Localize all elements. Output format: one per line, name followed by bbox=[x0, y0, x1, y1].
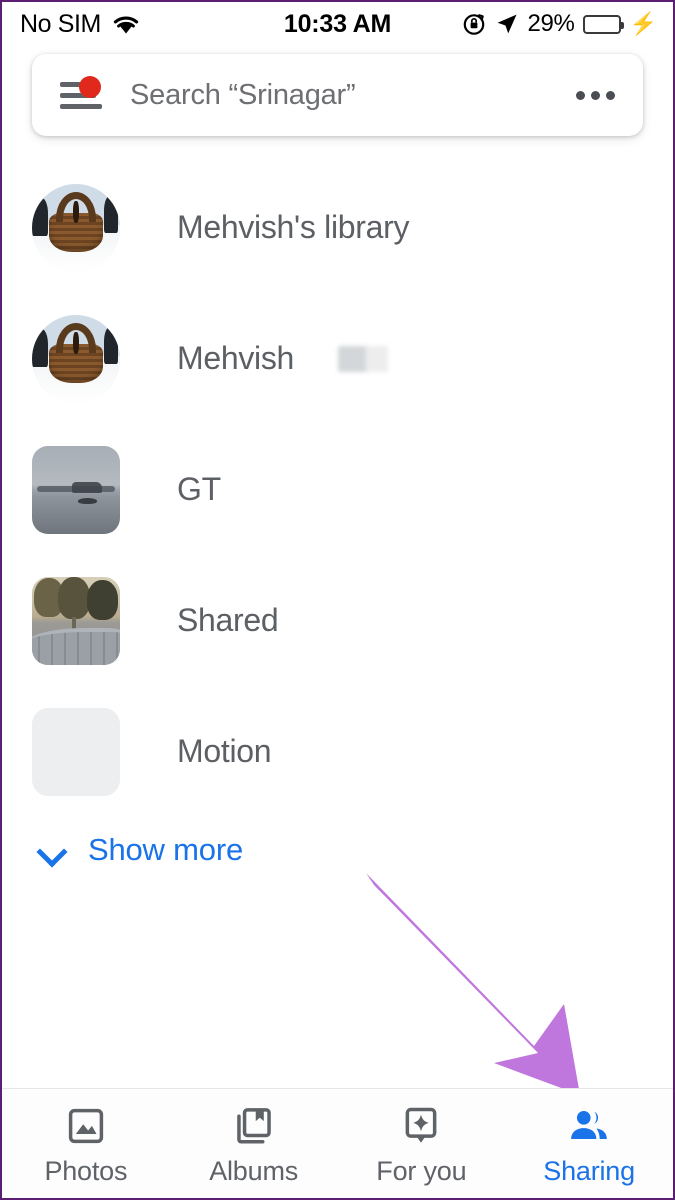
search-bar[interactable]: Search “Srinagar” bbox=[32, 54, 643, 136]
annotation-arrow bbox=[366, 873, 580, 1095]
location-arrow-icon bbox=[498, 14, 517, 34]
chevron-down-icon bbox=[38, 837, 64, 863]
redacted-value bbox=[338, 345, 389, 372]
photo-icon bbox=[68, 1108, 104, 1143]
tab-albums[interactable]: Albums bbox=[170, 1101, 338, 1187]
sparkle-icon bbox=[405, 1107, 437, 1143]
avatar bbox=[32, 183, 120, 272]
rotation-lock-icon bbox=[464, 14, 485, 35]
show-more-button[interactable]: Show more bbox=[32, 822, 249, 878]
list-item-label: GT bbox=[177, 471, 221, 507]
search-input[interactable]: Search “Srinagar” bbox=[130, 79, 574, 112]
status-bar-left: No SIM bbox=[20, 10, 142, 39]
tab-for-you[interactable]: For you bbox=[338, 1101, 506, 1187]
list-item[interactable]: Mehvish's library bbox=[32, 162, 643, 293]
show-more-label: Show more bbox=[88, 832, 243, 867]
battery-percent-label: 29% bbox=[527, 10, 575, 37]
list-item-label: Mehvish bbox=[177, 340, 295, 376]
avatar bbox=[32, 314, 120, 403]
lightning-bolt-icon: ⚡ bbox=[629, 11, 657, 36]
wifi-icon bbox=[113, 16, 139, 34]
list-item[interactable]: Motion bbox=[32, 686, 643, 817]
sharing-list: Mehvish's library Mehvish GT Shared Moti… bbox=[2, 162, 673, 817]
tab-label: Photos bbox=[44, 1155, 128, 1186]
tab-sharing[interactable]: Sharing bbox=[505, 1101, 673, 1187]
status-bar-right: 29% ⚡ bbox=[461, 10, 657, 38]
search-bar-container: Search “Srinagar” bbox=[32, 54, 643, 136]
bottom-tab-bar: Photos Albums For you Sharing bbox=[2, 1088, 673, 1198]
list-item[interactable]: Mehvish bbox=[32, 293, 643, 424]
carrier-label: No SIM bbox=[20, 9, 101, 38]
list-item-label: Shared bbox=[177, 602, 279, 638]
tab-label: For you bbox=[376, 1155, 467, 1186]
tab-label: Sharing bbox=[543, 1155, 635, 1186]
phone-screen: No SIM 10:33 AM 29% ⚡ Search “Srinagar” … bbox=[0, 0, 675, 1200]
list-item[interactable]: Shared bbox=[32, 555, 643, 686]
album-thumbnail bbox=[32, 445, 120, 534]
tab-label: Albums bbox=[209, 1155, 299, 1186]
list-item-label: Mehvish's library bbox=[177, 209, 410, 245]
albums-icon bbox=[236, 1107, 271, 1143]
album-thumbnail bbox=[32, 576, 120, 665]
status-bar: No SIM 10:33 AM 29% ⚡ bbox=[2, 2, 673, 46]
list-item-label: Motion bbox=[177, 733, 272, 769]
notification-badge bbox=[79, 76, 101, 98]
tab-photos[interactable]: Photos bbox=[2, 1101, 170, 1187]
three-dots-icon[interactable] bbox=[574, 83, 617, 108]
hamburger-menu-icon[interactable] bbox=[60, 76, 102, 110]
battery-icon bbox=[582, 14, 624, 34]
album-thumbnail bbox=[32, 707, 120, 796]
list-item[interactable]: GT bbox=[32, 424, 643, 555]
people-icon bbox=[571, 1110, 607, 1139]
